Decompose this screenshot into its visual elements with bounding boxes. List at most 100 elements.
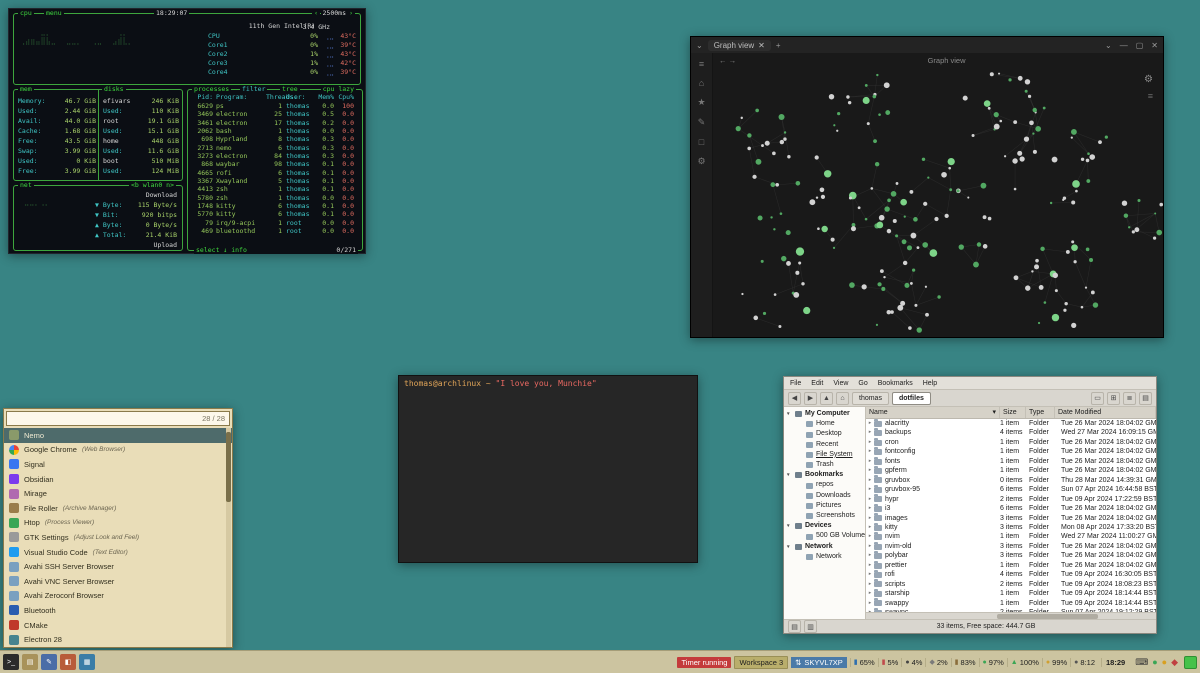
btop-processes-title[interactable]: processes	[192, 86, 231, 93]
section-chevron-icon[interactable]: ▾	[787, 409, 792, 419]
expander-icon[interactable]: ▸	[866, 504, 874, 513]
btop-net-iface[interactable]: <b wlan0 n>	[129, 182, 176, 189]
app-menu-item[interactable]: File Roller (Archive Manager)	[4, 501, 232, 516]
stat-segment[interactable]: ▲ 100%	[1007, 658, 1042, 667]
detailed-view-button[interactable]: ▤	[1139, 392, 1152, 405]
new-tab-button[interactable]: ▭	[1091, 392, 1104, 405]
expander-icon[interactable]: ▸	[866, 514, 874, 523]
expander-icon[interactable]: ▸	[866, 523, 874, 532]
column-date-modified[interactable]: Date Modified	[1055, 407, 1156, 418]
expander-icon[interactable]: ▸	[866, 580, 874, 589]
stat-segment[interactable]: ● 99%	[1042, 658, 1070, 667]
process-row[interactable]: 868 waybar 98 thomas 0.1 0.0	[188, 160, 362, 168]
home-button[interactable]: ⌂	[836, 392, 849, 405]
app-menu-item[interactable]: Htop (Process Viewer)	[4, 516, 232, 531]
menu-item[interactable]: Help	[923, 380, 937, 387]
timer-badge[interactable]: Timer running	[677, 657, 731, 668]
sidebar-item[interactable]: ▾ 500 GB Volume	[784, 531, 865, 541]
stat-segment[interactable]: ▮ 65%	[850, 658, 878, 667]
graph-filter-icon[interactable]: ≡	[1148, 91, 1153, 101]
sidebar-item[interactable]: ▾ File System	[784, 450, 865, 460]
chevron-down-icon[interactable]: ⌄	[1105, 41, 1112, 50]
graph-settings-gear-icon[interactable]: ⚙	[1144, 75, 1153, 85]
sidebar-item[interactable]: ▾ Downloads	[784, 491, 865, 501]
clock[interactable]: 18:29	[1101, 658, 1129, 667]
power-icon[interactable]	[1184, 656, 1197, 669]
btop-mem-title[interactable]: mem	[18, 86, 34, 93]
expander-icon[interactable]: ▸	[866, 485, 874, 494]
app-menu-item[interactable]: CMake	[4, 618, 232, 633]
expander-icon[interactable]: ▸	[866, 447, 874, 456]
stat-segment[interactable]: ● 8:12	[1070, 658, 1098, 667]
menu-scrollbar[interactable]	[226, 428, 231, 647]
expander-icon[interactable]: ▸	[866, 589, 874, 598]
app-menu-item[interactable]: Avahi SSH Server Browser	[4, 559, 232, 574]
expander-icon[interactable]: ▸	[866, 438, 874, 447]
launcher-icon[interactable]: ▦	[79, 654, 95, 670]
file-row[interactable]: ▸ prettier 1 item Folder Tue 26 Mar 2024…	[866, 561, 1156, 570]
expander-icon[interactable]: ▸	[866, 419, 874, 428]
process-row[interactable]: 2062 bash 1 thomas 0.0 0.0	[188, 127, 362, 135]
network-segment[interactable]: ⇅ SKYVL7XP	[791, 657, 847, 668]
btop-net-title[interactable]: net	[18, 182, 34, 189]
column-size[interactable]: Size	[1000, 407, 1026, 418]
app-menu-item[interactable]: Electron 28	[4, 632, 232, 647]
compact-view-button[interactable]: ≣	[1123, 392, 1136, 405]
sidebar-item[interactable]: ▾ Recent	[784, 440, 865, 450]
app-menu-item[interactable]: Mirage	[4, 486, 232, 501]
nav-forward-icon[interactable]: →	[729, 56, 737, 65]
chevron-down-icon[interactable]: ⌄	[696, 41, 703, 50]
file-row[interactable]: ▸ images 3 items Folder Tue 26 Mar 2024 …	[866, 514, 1156, 523]
sort-arrow-icon[interactable]: ▾	[992, 407, 996, 418]
sidebar-item[interactable]: ▾ Network	[784, 552, 865, 562]
path-segment-thomas[interactable]: thomas	[852, 392, 889, 405]
ribbon-icon[interactable]: ⚙	[697, 156, 705, 167]
sidebar-item[interactable]: ▾ repos	[784, 480, 865, 490]
process-row[interactable]: 3469 electron 25 thomas 0.5 0.0	[188, 110, 362, 118]
graph-canvas[interactable]: ⚙ ≡	[713, 67, 1163, 337]
workspace-indicator[interactable]: Workspace 3	[734, 656, 788, 669]
section-chevron-icon[interactable]: ▾	[787, 470, 792, 480]
menu-item[interactable]: Bookmarks	[878, 380, 913, 387]
sidebar-item[interactable]: ▾ Bookmarks	[784, 470, 865, 480]
app-menu-item[interactable]: Nemo	[4, 428, 232, 443]
launcher-icon[interactable]: >_	[3, 654, 19, 670]
expander-icon[interactable]: ▸	[866, 551, 874, 560]
sidebar-item[interactable]: ▾ Screenshots	[784, 511, 865, 521]
process-row[interactable]: 698 Hyprland 8 thomas 0.3 0.0	[188, 135, 362, 143]
expander-icon[interactable]: ▸	[866, 457, 874, 466]
expander-icon[interactable]: ▸	[866, 599, 874, 608]
close-icon[interactable]: ✕	[1151, 41, 1158, 50]
menu-item[interactable]: File	[790, 380, 801, 387]
app-menu-item[interactable]: Avahi VNC Server Browser	[4, 574, 232, 589]
expander-icon[interactable]: ▸	[866, 542, 874, 551]
interval-minus-icon[interactable]: ‹	[312, 10, 320, 17]
horizontal-scrollbar[interactable]	[866, 612, 1156, 619]
file-row[interactable]: ▸ nvim 1 item Folder Wed 27 Mar 2024 11:…	[866, 532, 1156, 541]
file-row[interactable]: ▸ rofi 4 items Folder Tue 09 Apr 2024 16…	[866, 570, 1156, 579]
file-row[interactable]: ▸ backups 4 items Folder Wed 27 Mar 2024…	[866, 428, 1156, 437]
launcher-icon[interactable]: ◧	[60, 654, 76, 670]
tray-icon[interactable]: ◆	[1171, 657, 1178, 668]
file-row[interactable]: ▸ gruvbox-95 6 items Folder Sun 07 Apr 2…	[866, 485, 1156, 494]
process-row[interactable]: 4413 zsh 1 thomas 0.1 0.0	[188, 185, 362, 193]
ribbon-icon[interactable]: □	[699, 137, 704, 147]
btop-net-panel[interactable]: net <b wlan0 n> ⠀⣀⣀⡀⢀⡀⠀ Download ▼ Byte:…	[13, 185, 183, 251]
sidebar-item[interactable]: ▾ My Computer	[784, 409, 865, 419]
stat-segment[interactable]: ● 4%	[901, 658, 925, 667]
process-sort-button[interactable]: cpu lazy	[321, 86, 356, 93]
stat-segment[interactable]: ● 97%	[979, 658, 1007, 667]
app-menu-item[interactable]: Google Chrome (Web Browser)	[4, 443, 232, 458]
app-menu-item[interactable]: Obsidian	[4, 472, 232, 487]
tab-close-icon[interactable]: ✕	[758, 41, 765, 50]
section-chevron-icon[interactable]: ▾	[787, 542, 792, 552]
menu-item[interactable]: View	[833, 380, 848, 387]
app-menu-item[interactable]: GTK Settings (Adjust Look and Feel)	[4, 530, 232, 545]
scrollbar-thumb[interactable]	[997, 614, 1099, 619]
process-row[interactable]: 469 bluetoothd 1 root 0.0 0.0	[188, 227, 362, 235]
ribbon-icon[interactable]: ★	[697, 97, 705, 108]
column-name[interactable]: Name ▾	[866, 407, 1000, 418]
app-menu-item[interactable]: Signal	[4, 457, 232, 472]
sidebar-item[interactable]: ▾ Devices	[784, 521, 865, 531]
expander-icon[interactable]: ▸	[866, 532, 874, 541]
